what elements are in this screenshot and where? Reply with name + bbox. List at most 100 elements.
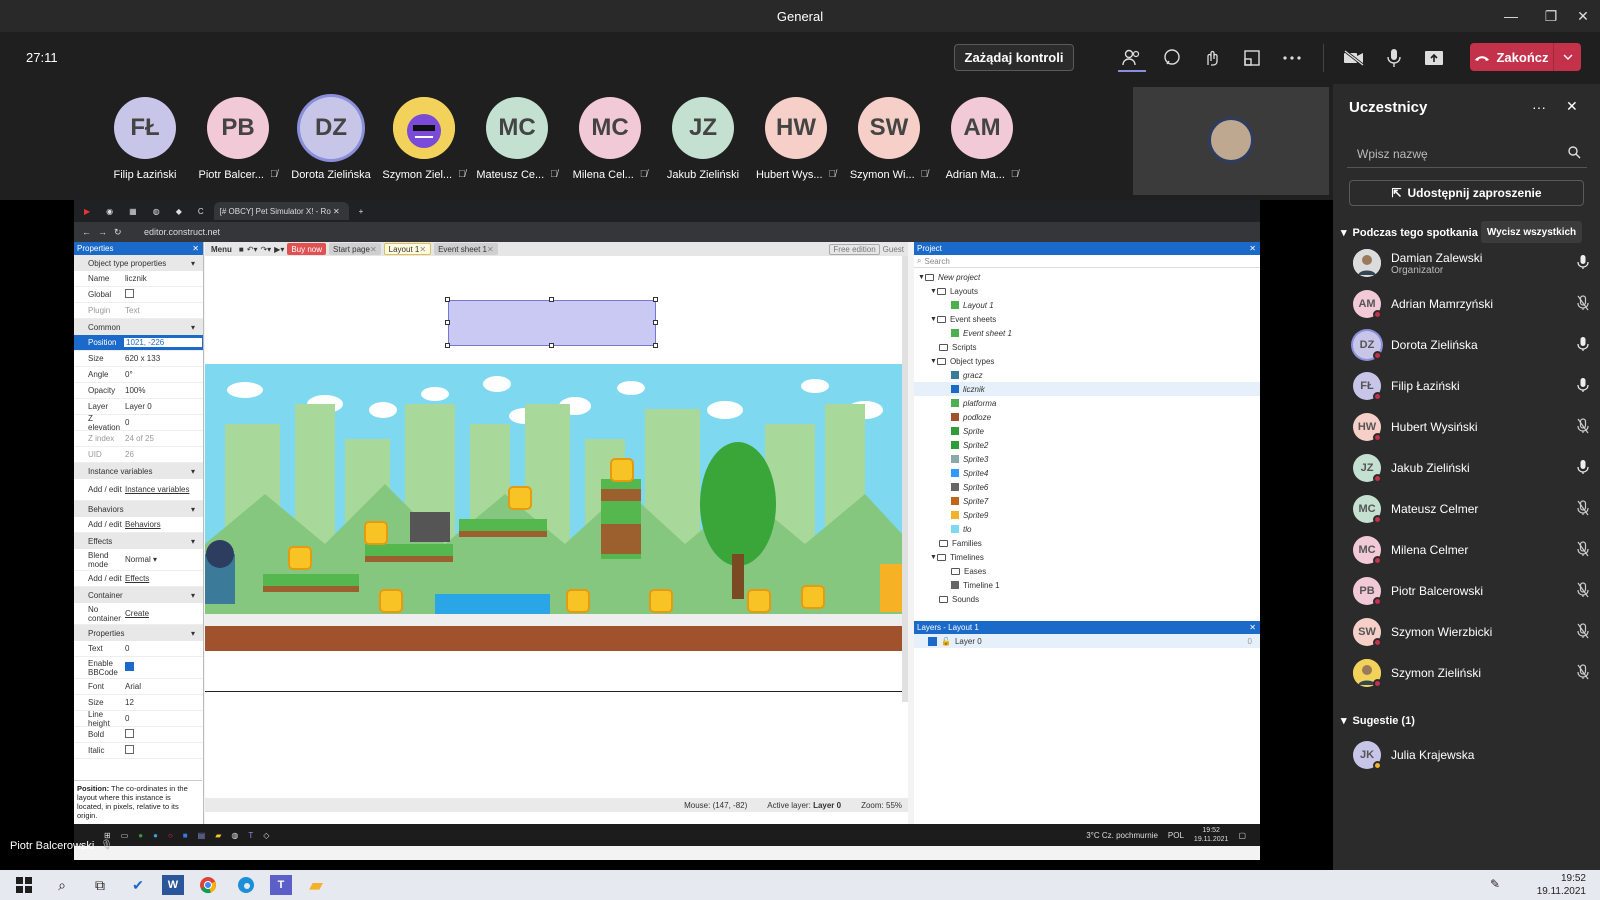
construct-tab-icon[interactable]: C bbox=[192, 202, 210, 220]
participant-row[interactable]: Damian Zalewski Organizator bbox=[1353, 246, 1593, 280]
lock-icon[interactable]: 🔓 bbox=[941, 637, 951, 646]
tree-item[interactable]: Timeline 1 bbox=[914, 578, 1260, 592]
resize-handle[interactable] bbox=[445, 297, 450, 302]
search-icon[interactable]: ⌕ bbox=[48, 872, 76, 898]
system-clock[interactable]: 19:52 19.11.2021 bbox=[1537, 872, 1586, 898]
property-value[interactable] bbox=[123, 729, 203, 740]
property-row[interactable]: Italic bbox=[74, 743, 203, 759]
tree-item[interactable]: Sprite3 bbox=[914, 452, 1260, 466]
property-row[interactable]: Size 620 x 133 bbox=[74, 351, 203, 367]
expand-icon[interactable]: ▼ bbox=[918, 274, 925, 281]
mic-off-icon[interactable] bbox=[1573, 622, 1593, 642]
blend-mode-select[interactable]: Normal ▾ bbox=[123, 555, 203, 564]
microphone-icon[interactable] bbox=[1573, 377, 1593, 396]
mute-all-button[interactable]: Wycisz wszystkich bbox=[1481, 221, 1582, 243]
group-suggestions[interactable]: ▾ Sugestie (1) bbox=[1341, 714, 1415, 728]
participant-tile[interactable]: FŁ Filip Łaziński bbox=[100, 97, 190, 181]
section-properties[interactable]: Properties ▾ bbox=[74, 625, 203, 641]
close-icon[interactable]: ✕ bbox=[1249, 244, 1256, 253]
rooms-icon[interactable] bbox=[1240, 46, 1264, 70]
participant-row[interactable]: JZ Jakub Zieliński bbox=[1353, 451, 1593, 485]
checkbox[interactable] bbox=[125, 289, 134, 298]
property-value[interactable]: 100% bbox=[123, 386, 203, 395]
mic-off-icon[interactable] bbox=[1573, 499, 1593, 519]
more-options-icon[interactable]: ··· bbox=[1532, 99, 1546, 115]
property-row[interactable]: Plugin Text bbox=[74, 303, 203, 319]
property-value[interactable]: 0 bbox=[123, 418, 203, 427]
tree-item[interactable]: Sprite6 bbox=[914, 480, 1260, 494]
close-icon[interactable]: ✕ bbox=[419, 245, 426, 254]
participant-row[interactable]: FŁ Filip Łaziński bbox=[1353, 369, 1593, 403]
property-value[interactable] bbox=[123, 662, 203, 673]
participant-tile[interactable]: DZ Dorota Zielińska bbox=[286, 97, 376, 181]
microphone-icon[interactable] bbox=[1573, 459, 1593, 478]
suggested-person[interactable]: JK Julia Krajewska bbox=[1353, 738, 1593, 772]
tree-item[interactable]: Families bbox=[914, 536, 1260, 550]
tree-item[interactable]: Eases bbox=[914, 564, 1260, 578]
restore-button[interactable]: ❐ bbox=[1534, 0, 1568, 32]
tab-icon[interactable]: ▦ bbox=[123, 202, 143, 220]
browser-address-bar[interactable]: ← → ↻ editor.construct.net bbox=[74, 222, 1260, 242]
tree-item[interactable]: Sprite9 bbox=[914, 508, 1260, 522]
save-icon[interactable]: ■ bbox=[239, 245, 244, 254]
vertical-scrollbar[interactable] bbox=[902, 256, 908, 702]
property-row[interactable]: Opacity 100% bbox=[74, 383, 203, 399]
property-row[interactable]: Text 0 bbox=[74, 641, 203, 657]
share-invite-button[interactable]: ⇱ Udostępnij zaproszenie bbox=[1349, 180, 1584, 206]
checkbox[interactable] bbox=[125, 745, 134, 754]
browser-tab-active[interactable]: [# OBCY] Pet Simulator X! - Ro ✕ bbox=[213, 202, 349, 220]
property-value[interactable]: Text bbox=[123, 306, 203, 315]
close-icon[interactable]: ✕ bbox=[1566, 98, 1578, 115]
share-screen-icon[interactable] bbox=[1422, 46, 1446, 70]
close-icon[interactable]: ✕ bbox=[1249, 623, 1256, 632]
participant-row[interactable]: DZ Dorota Zielińska bbox=[1353, 328, 1593, 362]
property-value[interactable]: 620 x 133 bbox=[123, 354, 203, 363]
property-row[interactable]: Z index 24 of 25 bbox=[74, 431, 203, 447]
section-object-type[interactable]: Object type properties ▾ bbox=[74, 255, 203, 271]
participant-row[interactable]: MC Milena Celmer bbox=[1353, 533, 1593, 567]
property-value[interactable]: 0 bbox=[123, 644, 203, 653]
tree-item[interactable]: licznik bbox=[914, 382, 1260, 396]
participant-tile[interactable]: SW Szymon Wi... 🎙̸ bbox=[844, 97, 934, 181]
new-tab-icon[interactable]: + bbox=[353, 202, 370, 220]
mic-off-icon[interactable] bbox=[1573, 540, 1593, 560]
property-value[interactable]: Layer 0 bbox=[123, 402, 203, 411]
preview-icon[interactable]: ▶▾ bbox=[274, 245, 284, 254]
participant-tile[interactable]: PB Piotr Balcer... 🎙̸ bbox=[193, 97, 283, 181]
property-value[interactable] bbox=[123, 745, 203, 756]
editor-tab[interactable]: Event sheet 1 ✕ bbox=[434, 243, 498, 255]
tab-icon[interactable]: ◉ bbox=[100, 202, 119, 220]
redo-icon[interactable]: ↷▾ bbox=[260, 245, 271, 254]
property-row[interactable]: Z elevation 0 bbox=[74, 414, 203, 432]
taskview-icon[interactable]: ⧉ bbox=[86, 872, 114, 898]
close-icon[interactable]: ✕ bbox=[487, 245, 494, 254]
participant-tile[interactable]: AM Adrian Ma... 🎙̸ bbox=[937, 97, 1027, 181]
teams-icon[interactable]: T bbox=[270, 875, 292, 895]
property-value[interactable] bbox=[123, 289, 203, 300]
participant-tile[interactable]: JZ Jakub Zieliński bbox=[658, 97, 748, 181]
todo-icon[interactable]: ✔ bbox=[124, 872, 152, 898]
tab-icon[interactable]: ◆ bbox=[170, 202, 188, 220]
edge-icon[interactable] bbox=[232, 872, 260, 898]
close-icon[interactable]: ✕ bbox=[370, 245, 377, 254]
guest-user[interactable]: Guest bbox=[883, 245, 904, 254]
close-icon[interactable]: ✕ bbox=[192, 244, 199, 253]
url-text[interactable]: editor.construct.net bbox=[144, 227, 220, 237]
property-row[interactable]: Name licznik bbox=[74, 271, 203, 287]
tree-item[interactable]: Sprite7 bbox=[914, 494, 1260, 508]
participant-row[interactable]: MC Mateusz Celmer bbox=[1353, 492, 1593, 526]
mic-off-icon[interactable] bbox=[1573, 663, 1593, 683]
end-call-button[interactable]: Zakończ bbox=[1470, 43, 1581, 71]
behaviors-link[interactable]: Behaviors bbox=[123, 520, 203, 529]
self-video-preview[interactable] bbox=[1133, 87, 1329, 195]
resize-handle[interactable] bbox=[445, 320, 450, 325]
section-instance-variables[interactable]: Instance variables ▾ bbox=[74, 463, 203, 479]
tree-item[interactable]: ▼ Object types bbox=[914, 354, 1260, 368]
property-value[interactable]: 1021, -226 bbox=[123, 337, 203, 348]
tree-item[interactable]: platforma bbox=[914, 396, 1260, 410]
resize-handle[interactable] bbox=[653, 297, 658, 302]
participants-icon[interactable] bbox=[1120, 46, 1144, 70]
property-value[interactable]: 0° bbox=[123, 370, 203, 379]
property-value[interactable]: 26 bbox=[123, 450, 203, 459]
mic-off-icon[interactable] bbox=[1573, 417, 1593, 437]
